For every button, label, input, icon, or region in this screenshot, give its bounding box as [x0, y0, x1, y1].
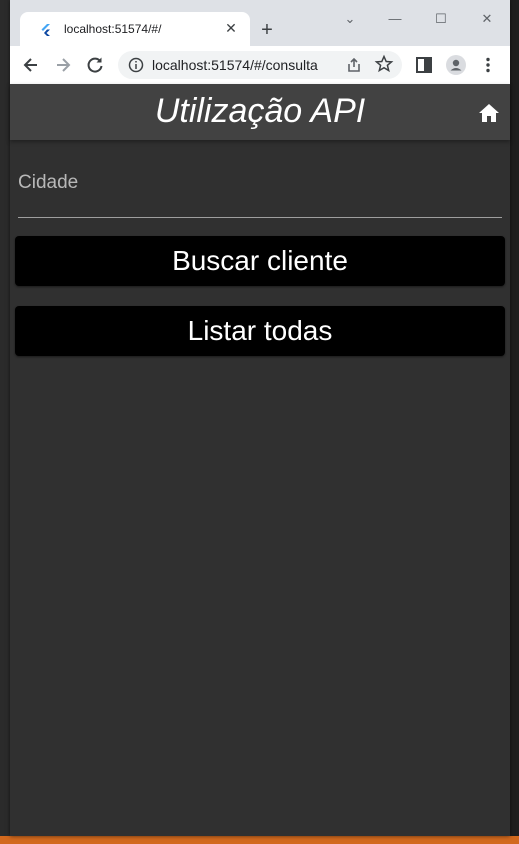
forward-icon[interactable]: [50, 52, 76, 78]
maximize-icon[interactable]: ☐: [430, 8, 452, 30]
back-icon[interactable]: [18, 52, 44, 78]
info-icon[interactable]: [128, 57, 144, 73]
share-icon[interactable]: [344, 55, 364, 75]
background-editor-right-edge: [510, 0, 519, 844]
city-field-label: Cidade: [18, 172, 79, 193]
flutter-icon: [41, 24, 50, 36]
close-window-icon[interactable]: ✕: [476, 8, 498, 30]
browser-tab[interactable]: localhost:51574/#/ ✕: [20, 12, 250, 46]
profile-icon[interactable]: [446, 55, 466, 75]
list-all-button[interactable]: Listar todas: [15, 306, 505, 356]
address-bar[interactable]: localhost:51574/#/consulta: [118, 51, 402, 79]
more-icon[interactable]: [478, 55, 498, 75]
tab-search-icon[interactable]: ⌄: [339, 8, 361, 30]
city-field[interactable]: Cidade: [18, 158, 502, 218]
app-viewport: Utilização API Cidade Buscar cliente Lis…: [10, 84, 510, 836]
browser-window: localhost:51574/#/ ✕ + ⌄ — ☐ ✕ localhost…: [10, 0, 510, 836]
home-icon[interactable]: [476, 100, 502, 126]
sidepanel-icon[interactable]: [414, 55, 434, 75]
minimize-icon[interactable]: —: [384, 8, 406, 30]
background-editor-left-edge: [0, 0, 10, 844]
background-status-bar: [0, 836, 519, 844]
new-tab-button[interactable]: +: [254, 17, 280, 43]
search-client-button[interactable]: Buscar cliente: [15, 236, 505, 286]
url-text[interactable]: localhost:51574/#/consulta: [152, 57, 318, 73]
page-title: Utilização API: [154, 92, 366, 130]
browser-titlebar: localhost:51574/#/ ✕ + ⌄ — ☐ ✕: [10, 0, 510, 46]
tab-title: localhost:51574/#/: [64, 22, 162, 36]
reload-icon[interactable]: [82, 52, 108, 78]
app-bar: Utilização API: [10, 84, 510, 140]
star-icon[interactable]: [374, 54, 394, 74]
city-field-underline: [18, 217, 502, 218]
tab-close-icon[interactable]: ✕: [222, 19, 240, 37]
browser-toolbar: localhost:51574/#/consulta: [10, 46, 510, 84]
